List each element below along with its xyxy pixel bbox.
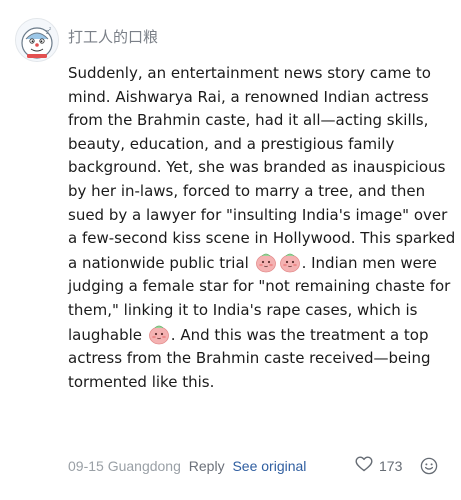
- comment-card: Z z 打工人的口粮 Suddenly, an entertainment ne…: [0, 0, 461, 500]
- author-name[interactable]: 打工人的口粮: [68, 27, 158, 47]
- blush-emoji-icon: [279, 251, 301, 273]
- like-count: 173: [379, 458, 403, 474]
- heart-outline-icon: [355, 456, 379, 477]
- blush-emoji-icon: [255, 251, 277, 273]
- see-original-link[interactable]: See original: [232, 458, 306, 474]
- comment-date: 09-15: [68, 458, 104, 474]
- svg-text:z: z: [49, 26, 51, 31]
- comment-text: Suddenly, an entertainment news story ca…: [68, 62, 456, 394]
- comment-location: Guangdong: [107, 458, 181, 474]
- blush-emoji-icon: [148, 323, 170, 345]
- reply-button[interactable]: Reply: [189, 458, 225, 474]
- comment-text-part-1: Suddenly, an entertainment news story ca…: [68, 64, 456, 272]
- like-button[interactable]: 173: [355, 456, 402, 476]
- smiley-face-icon[interactable]: [420, 457, 438, 475]
- avatar[interactable]: Z z: [15, 18, 59, 62]
- comment-footer: 09-15 Guangdong Reply See original 173: [68, 456, 446, 476]
